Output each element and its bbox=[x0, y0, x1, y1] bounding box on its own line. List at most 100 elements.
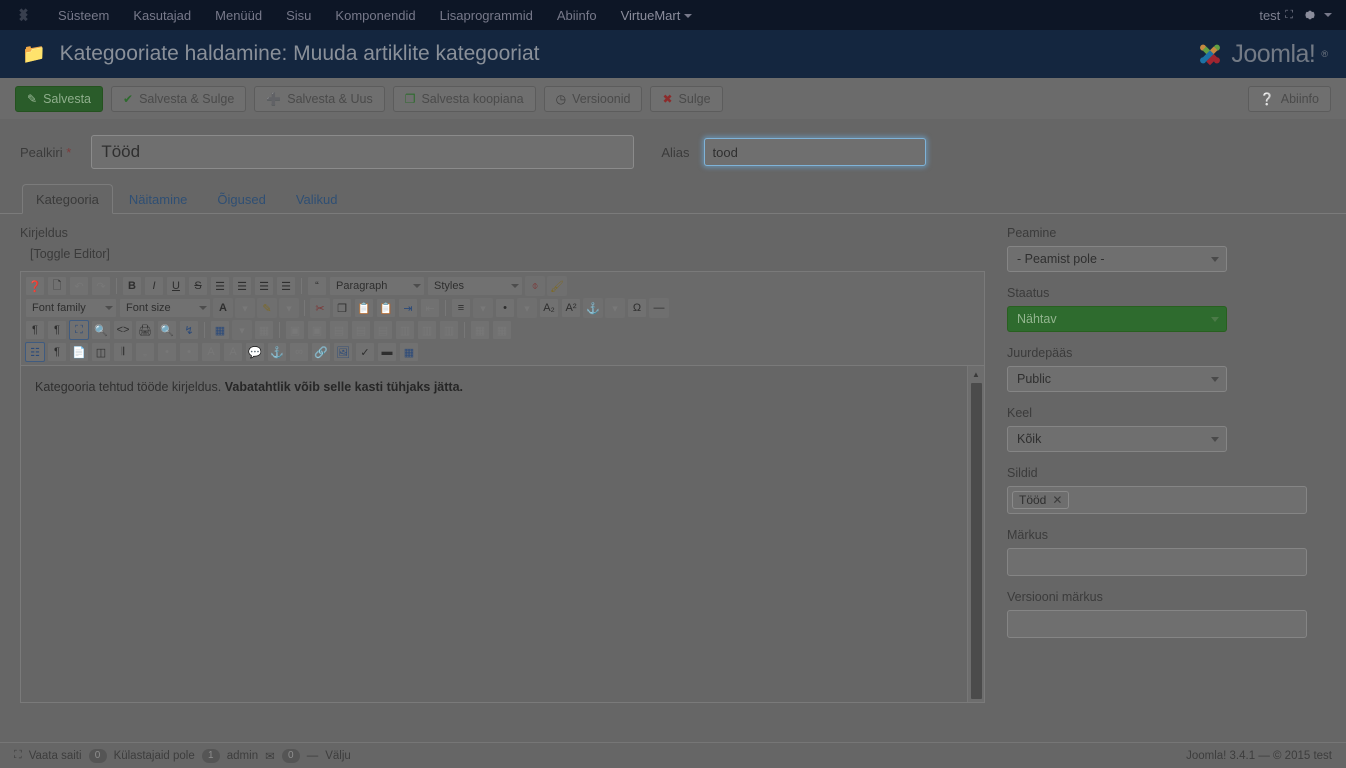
tag-chip[interactable]: Tööd ✕ bbox=[1012, 491, 1070, 509]
toggle-editor-link[interactable]: [Toggle Editor] bbox=[30, 247, 990, 261]
copy-icon[interactable]: ❐ bbox=[332, 298, 352, 318]
menu-item-content[interactable]: Sisu bbox=[274, 2, 323, 29]
insert-table-dropdown-icon[interactable]: ▾ bbox=[232, 320, 252, 340]
indent-increase-icon[interactable]: ⇥ bbox=[398, 298, 418, 318]
paragraph-format-select[interactable]: Paragraph bbox=[329, 276, 425, 296]
save-and-new-button[interactable]: ➕ Salvesta & Uus bbox=[254, 85, 385, 112]
insert-layer-icon[interactable]: ◫ bbox=[91, 342, 111, 362]
editor-scrollbar[interactable]: ▲ bbox=[967, 366, 984, 702]
insert-table-icon[interactable]: ▦ bbox=[210, 320, 230, 340]
insert-text-icon[interactable]: A bbox=[223, 342, 243, 362]
align-right-icon[interactable]: ☰ bbox=[276, 276, 296, 296]
bold-icon[interactable]: B bbox=[122, 276, 142, 296]
find-replace-icon[interactable]: ↯ bbox=[179, 320, 199, 340]
paste-as-text-icon[interactable]: 📋 bbox=[376, 298, 396, 318]
visual-aid-icon[interactable]: ☷ bbox=[25, 342, 45, 362]
text-color-dropdown-icon[interactable]: ▾ bbox=[235, 298, 255, 318]
menu-item-menus[interactable]: Menüüd bbox=[203, 2, 274, 29]
indent-decrease-icon[interactable]: ⇤ bbox=[420, 298, 440, 318]
anchor-dropdown-icon[interactable]: ▾ bbox=[605, 298, 625, 318]
unordered-list-icon[interactable]: • bbox=[495, 298, 515, 318]
new-document-icon[interactable]: 🗋 bbox=[47, 276, 67, 296]
logout-link[interactable]: Välju bbox=[325, 750, 351, 762]
view-site-link[interactable]: Vaata saiti bbox=[29, 750, 82, 762]
tab-kategooria[interactable]: Kategooria bbox=[22, 184, 113, 214]
insert-row-after-icon[interactable]: ▤ bbox=[351, 320, 371, 340]
ordered-list-dropdown-icon[interactable]: ▾ bbox=[473, 298, 493, 318]
status-select[interactable]: Nähtav bbox=[1007, 306, 1227, 332]
remove-tag-icon[interactable]: ✕ bbox=[1052, 493, 1062, 507]
unordered-list-dropdown-icon[interactable]: ▾ bbox=[517, 298, 537, 318]
preview-icon[interactable]: 🔍 bbox=[91, 320, 111, 340]
font-family-select[interactable]: Font family bbox=[25, 298, 117, 318]
blockquote-icon[interactable]: “ bbox=[307, 276, 327, 296]
delete-table-icon[interactable]: ▦ bbox=[254, 320, 274, 340]
highlight-color-icon[interactable]: ✎ bbox=[257, 298, 277, 318]
source-code-icon[interactable]: <> bbox=[113, 320, 133, 340]
version-note-input[interactable] bbox=[1007, 610, 1307, 638]
editor-content-area[interactable]: Kategooria tehtud tööde kirjeldus. Vabat… bbox=[21, 366, 984, 702]
undo-icon[interactable]: ↶ bbox=[69, 276, 89, 296]
ordered-list-icon[interactable]: ≡ bbox=[451, 298, 471, 318]
split-cells-icon[interactable]: ▦ bbox=[470, 320, 490, 340]
help-button[interactable]: ❔ Abiinfo bbox=[1247, 85, 1331, 112]
align-justify-icon[interactable]: ☰ bbox=[210, 276, 230, 296]
menu-item-users[interactable]: Kasutajad bbox=[121, 2, 203, 29]
align-center-icon[interactable]: ☰ bbox=[232, 276, 252, 296]
print-icon[interactable]: 🖨 bbox=[135, 320, 155, 340]
menu-item-virtuemart[interactable]: VirtueMart bbox=[609, 2, 699, 29]
insert-anchor-icon[interactable]: ⚓ bbox=[267, 342, 287, 362]
italic-icon[interactable]: I bbox=[144, 276, 164, 296]
save-as-copy-button[interactable]: ❐ Salvesta koopiana bbox=[392, 85, 536, 112]
table-row-properties-icon[interactable]: ▣ bbox=[285, 320, 305, 340]
strikethrough-icon[interactable]: S bbox=[188, 276, 208, 296]
template-icon[interactable]: ▦ bbox=[399, 342, 419, 362]
alias-input[interactable] bbox=[703, 138, 926, 166]
rtl-direction-icon[interactable]: ¶ bbox=[47, 320, 67, 340]
parent-select[interactable]: - Peamist pole - bbox=[1007, 246, 1227, 272]
user-menu[interactable]: test ⛶ bbox=[1259, 8, 1293, 23]
citation-icon[interactable]: „ bbox=[135, 342, 155, 362]
anchor-icon[interactable]: ⚓ bbox=[583, 298, 603, 318]
style-props-icon[interactable]: 𝄂 bbox=[113, 342, 133, 362]
title-input[interactable] bbox=[91, 135, 635, 169]
underline-icon[interactable]: U bbox=[166, 276, 186, 296]
insert-column-before-icon[interactable]: ▥ bbox=[395, 320, 415, 340]
table-cell-properties-icon[interactable]: ▣ bbox=[307, 320, 327, 340]
invisible-characters-icon[interactable]: ¶ bbox=[47, 342, 67, 362]
subscript-icon[interactable]: A₂ bbox=[539, 298, 559, 318]
save-button[interactable]: ✎ Salvesta bbox=[15, 85, 104, 112]
ltr-direction-icon[interactable]: ¶ bbox=[25, 320, 45, 340]
joomla-brand-icon[interactable] bbox=[0, 7, 46, 24]
note-input[interactable] bbox=[1007, 548, 1307, 576]
align-left-icon[interactable]: ☰ bbox=[254, 276, 274, 296]
delete-column-icon[interactable]: ▥ bbox=[439, 320, 459, 340]
superscript-icon[interactable]: A² bbox=[561, 298, 581, 318]
font-size-select[interactable]: Font size bbox=[119, 298, 211, 318]
versions-button[interactable]: ◷ Versioonid bbox=[543, 85, 643, 112]
settings-menu[interactable] bbox=[1303, 8, 1332, 22]
insert-column-after-icon[interactable]: ▥ bbox=[417, 320, 437, 340]
merge-cells-icon[interactable]: ▦ bbox=[492, 320, 512, 340]
horizontal-rule-icon[interactable]: — bbox=[649, 298, 669, 318]
fullscreen-icon[interactable]: ⛶ bbox=[69, 320, 89, 340]
close-button[interactable]: ✖ Sulge bbox=[650, 85, 723, 112]
search-icon[interactable]: 🔍 bbox=[157, 320, 177, 340]
remove-format-eraser-icon[interactable]: ⌽ bbox=[525, 276, 545, 296]
cleanup-brush-icon[interactable]: 🖌 bbox=[547, 276, 567, 296]
insert-link-icon[interactable]: 🔗 bbox=[311, 342, 331, 362]
tab-valikud[interactable]: Valikud bbox=[282, 184, 352, 214]
admin-link[interactable]: admin bbox=[227, 750, 258, 762]
acronym-icon[interactable]: • bbox=[179, 342, 199, 362]
insert-row-before-icon[interactable]: ▤ bbox=[329, 320, 349, 340]
abbreviation-icon[interactable]: • bbox=[157, 342, 177, 362]
insert-comment-icon[interactable]: 💬 bbox=[245, 342, 265, 362]
page-break-icon[interactable]: 📄 bbox=[69, 342, 89, 362]
tab-naitamine[interactable]: Näitamine bbox=[115, 184, 202, 214]
cut-icon[interactable]: ✂ bbox=[310, 298, 330, 318]
menu-item-help[interactable]: Abiinfo bbox=[545, 2, 609, 29]
language-select[interactable]: Kõik bbox=[1007, 426, 1227, 452]
delete-row-icon[interactable]: ▤ bbox=[373, 320, 393, 340]
menu-item-components[interactable]: Komponendid bbox=[323, 2, 427, 29]
editor-content-text[interactable]: Kategooria tehtud tööde kirjeldus. Vabat… bbox=[21, 366, 967, 702]
